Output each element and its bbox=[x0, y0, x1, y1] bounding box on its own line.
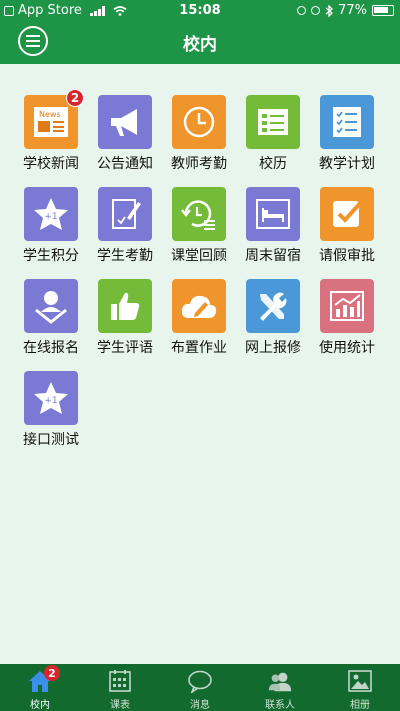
app-label: 使用统计 bbox=[319, 340, 375, 356]
clock-icon bbox=[172, 95, 226, 149]
bluetooth-icon bbox=[325, 4, 334, 17]
app-tile-leave-approval[interactable]: 请假审批 bbox=[310, 187, 384, 265]
app-label: 周末留宿 bbox=[245, 248, 301, 264]
tab-label: 相册 bbox=[350, 700, 370, 711]
checklist-icon bbox=[320, 95, 374, 149]
app-tile-online-signup[interactable]: 在线报名 bbox=[14, 279, 88, 357]
app-label: 校历 bbox=[259, 156, 287, 172]
bed-icon bbox=[246, 187, 300, 241]
app-label: 教学计划 bbox=[319, 156, 375, 172]
app-tile-announcements[interactable]: 公告通知 bbox=[88, 95, 162, 173]
tab-campus[interactable]: 2 校内 bbox=[0, 664, 80, 711]
app-tile-class-review[interactable]: 课堂回顾 bbox=[162, 187, 236, 265]
status-bar: App Store 15:08 77% bbox=[0, 0, 400, 22]
svg-text:+1: +1 bbox=[44, 396, 57, 406]
app-label: 学校新闻 bbox=[23, 156, 79, 172]
cloud-pen-icon bbox=[172, 279, 226, 333]
bottom-tab-bar: 2 校内 课表 消息 联系人 相册 bbox=[0, 664, 400, 711]
tab-contacts[interactable]: 联系人 bbox=[240, 664, 320, 711]
app-tile-school-news[interactable]: News 2 学校新闻 bbox=[14, 89, 88, 173]
app-tile-student-points[interactable]: +1 学生积分 bbox=[14, 187, 88, 265]
app-tile-teacher-attendance[interactable]: 教师考勤 bbox=[162, 95, 236, 173]
app-label: 学生评语 bbox=[97, 340, 153, 356]
tab-label: 消息 bbox=[190, 700, 210, 711]
app-tile-student-comments[interactable]: 学生评语 bbox=[88, 279, 162, 357]
app-label: 网上报修 bbox=[245, 340, 301, 356]
tab-label: 课表 bbox=[110, 700, 130, 711]
wrench-icon bbox=[246, 279, 300, 333]
status-right: 77% bbox=[297, 3, 394, 18]
app-label: 布置作业 bbox=[171, 340, 227, 356]
app-label: 接口测试 bbox=[23, 432, 79, 448]
app-tile-online-repair[interactable]: 网上报修 bbox=[236, 279, 310, 357]
stats-icon bbox=[320, 279, 374, 333]
tab-badge: 2 bbox=[44, 665, 60, 681]
tab-schedule[interactable]: 课表 bbox=[80, 664, 160, 711]
alarm-icon bbox=[311, 6, 321, 15]
history-icon bbox=[172, 187, 226, 241]
unread-badge: 2 bbox=[66, 89, 84, 107]
edit-doc-icon bbox=[98, 187, 152, 241]
app-label: 在线报名 bbox=[23, 340, 79, 356]
battery-icon bbox=[372, 5, 394, 16]
app-label: 请假审批 bbox=[319, 248, 375, 264]
battery-percent: 77% bbox=[338, 3, 367, 18]
orientation-lock-icon bbox=[297, 6, 307, 15]
app-label: 课堂回顾 bbox=[171, 248, 227, 264]
news-icon: News 2 bbox=[24, 89, 84, 149]
star-icon: +1 bbox=[24, 187, 78, 241]
tab-album[interactable]: 相册 bbox=[320, 664, 400, 711]
app-label: 教师考勤 bbox=[171, 156, 227, 172]
app-tile-api-test[interactable]: +1 接口测试 bbox=[14, 371, 88, 449]
approve-icon bbox=[320, 187, 374, 241]
app-tile-weekend-stay[interactable]: 周末留宿 bbox=[236, 187, 310, 265]
app-tile-school-calendar[interactable]: 校历 bbox=[236, 95, 310, 173]
chat-icon bbox=[187, 668, 213, 694]
contacts-icon bbox=[267, 668, 293, 694]
app-tile-teaching-plan[interactable]: 教学计划 bbox=[310, 95, 384, 173]
app-label: 学生考勤 bbox=[97, 248, 153, 264]
app-label: 学生积分 bbox=[23, 248, 79, 264]
app-label: 公告通知 bbox=[97, 156, 153, 172]
photo-icon bbox=[347, 668, 373, 694]
calendar-icon bbox=[107, 668, 133, 694]
tab-label: 联系人 bbox=[265, 700, 295, 711]
tab-label: 校内 bbox=[30, 700, 50, 711]
app-tile-assign-homework[interactable]: 布置作业 bbox=[162, 279, 236, 357]
nav-bar: 校内 bbox=[0, 22, 400, 64]
app-tile-usage-stats[interactable]: 使用统计 bbox=[310, 279, 384, 357]
svg-text:News: News bbox=[39, 110, 61, 119]
app-tile-student-attendance[interactable]: 学生考勤 bbox=[88, 187, 162, 265]
thumbs-up-icon bbox=[98, 279, 152, 333]
page-title: 校内 bbox=[183, 35, 217, 55]
calendar-list-icon bbox=[246, 95, 300, 149]
star-icon: +1 bbox=[24, 371, 78, 425]
signup-icon bbox=[24, 279, 78, 333]
svg-text:+1: +1 bbox=[44, 212, 57, 222]
tab-messages[interactable]: 消息 bbox=[160, 664, 240, 711]
megaphone-icon bbox=[98, 95, 152, 149]
